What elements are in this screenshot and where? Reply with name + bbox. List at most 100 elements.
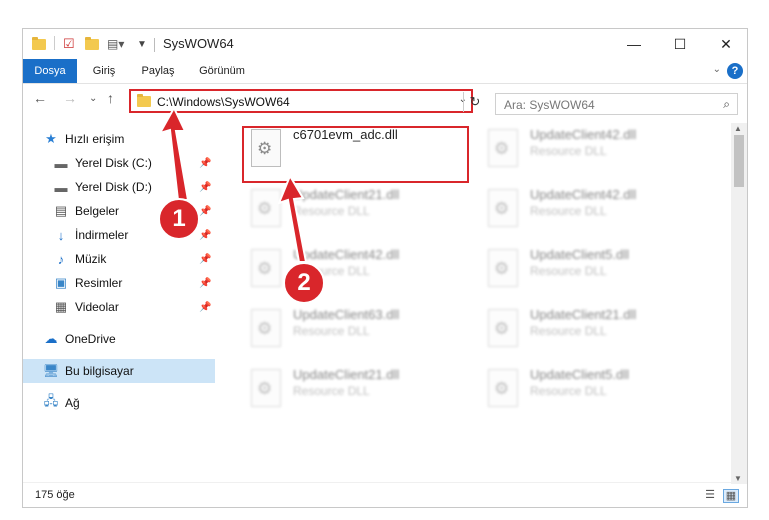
sidebar-item-network[interactable]: 🖧 Ağ	[23, 391, 235, 415]
file-name: UpdateClient42.dll	[530, 127, 637, 142]
file-name: UpdateClient21.dll	[293, 367, 400, 382]
dll-file-icon	[251, 369, 281, 407]
sidebar-item-documents[interactable]: ▤ Belgeler 📌	[23, 199, 245, 223]
refresh-icon[interactable]: ↻	[463, 92, 486, 112]
explorer-window: ☑ ▤▾ ▼ SysWOW64 — ☐ ✕ Dosya Giriş Paylaş…	[22, 28, 748, 508]
toolbar-divider	[54, 36, 55, 50]
sidebar-item-label: Belgeler	[75, 204, 120, 218]
properties-icon[interactable]: ☑	[63, 36, 75, 52]
minimize-button[interactable]: —	[611, 29, 657, 59]
file-item[interactable]: UpdateClient42.dll Resource DLL	[473, 127, 698, 187]
address-bar[interactable]: C:\Windows\SysWOW64 ⌄	[129, 89, 473, 113]
step-badge-1: 1	[158, 198, 200, 240]
maximize-button[interactable]: ☐	[657, 29, 703, 59]
dll-file-icon	[488, 249, 518, 287]
drive-icon: ▬	[54, 155, 68, 171]
details-view-icon[interactable]: ☰	[703, 489, 717, 501]
file-type: Resource DLL	[530, 204, 607, 218]
sidebar-item-label: Yerel Disk (D:)	[75, 180, 152, 194]
pin-icon: 📌	[199, 301, 212, 313]
dll-file-icon	[488, 189, 518, 227]
drive-icon: ▬	[54, 179, 68, 195]
dll-file-icon	[251, 249, 281, 287]
large-icons-view-icon[interactable]: ▦	[723, 489, 739, 503]
file-name: UpdateClient63.dll	[293, 307, 400, 322]
file-item[interactable]: UpdateClient5.dll Resource DLL	[473, 247, 698, 307]
ribbon-expand-icon[interactable]: ⌄	[713, 64, 721, 75]
sidebar-item-label: Videolar	[75, 300, 119, 314]
dll-file-icon	[488, 129, 518, 167]
dll-file-icon	[488, 369, 518, 407]
sidebar-item-downloads[interactable]: ↓ İndirmeler 📌	[23, 223, 245, 247]
sidebar-item-label: Ağ	[65, 396, 80, 410]
step-badge-2: 2	[283, 262, 325, 304]
file-item[interactable]: UpdateClient42.dll Resource DLL	[236, 247, 461, 307]
file-item[interactable]: UpdateClient21.dll Resource DLL	[236, 187, 461, 247]
dll-file-icon	[488, 309, 518, 347]
search-input[interactable]: Ara: SysWOW64 ⌕	[495, 93, 738, 115]
sidebar-item-local-disk-d[interactable]: ▬ Yerel Disk (D:) 📌	[23, 175, 245, 199]
close-button[interactable]: ✕	[703, 29, 747, 59]
pictures-icon: ▣	[54, 275, 68, 290]
music-icon: ♪	[57, 251, 65, 267]
forward-icon[interactable]: →	[63, 90, 77, 106]
tab-gorunum[interactable]: Görünüm	[191, 59, 253, 83]
cloud-icon: ☁	[44, 331, 58, 346]
file-type: Resource DLL	[530, 384, 607, 398]
sidebar-item-local-disk-c[interactable]: ▬ Yerel Disk (C:) 📌	[23, 151, 245, 175]
file-item[interactable]: UpdateClient5.dll Resource DLL	[473, 367, 698, 427]
computer-icon: 🖥	[42, 363, 60, 378]
sidebar-item-videos[interactable]: ▦ Videolar 📌	[23, 295, 245, 319]
file-item[interactable]: UpdateClient21.dll Resource DLL	[236, 367, 461, 427]
sidebar-item-music[interactable]: ♪ Müzik 📌	[23, 247, 245, 271]
download-icon: ↓	[57, 227, 65, 243]
recent-locations-icon[interactable]: ⌄	[89, 93, 97, 104]
vertical-scrollbar[interactable]: ▲ ▼	[731, 123, 747, 484]
file-name: UpdateClient5.dll	[530, 367, 630, 382]
item-count: 175 öğe	[35, 489, 75, 501]
pin-icon: 📌	[199, 277, 212, 289]
scroll-thumb[interactable]	[734, 135, 744, 187]
sidebar-item-label: Yerel Disk (C:)	[75, 156, 152, 170]
file-name: UpdateClient21.dll	[293, 187, 400, 202]
scroll-up-icon[interactable]: ▲	[734, 124, 742, 133]
file-item[interactable]: UpdateClient42.dll Resource DLL	[473, 187, 698, 247]
sidebar-item-onedrive[interactable]: ☁ OneDrive	[23, 327, 235, 351]
pin-icon: 📌	[199, 229, 212, 241]
navigation-bar: ← → ⌄ ↑ C:\Windows\SysWOW64 ⌄ ↻ Ara: Sys…	[23, 84, 747, 118]
folder-icon	[137, 94, 151, 107]
window-title: SysWOW64	[163, 36, 234, 51]
file-name: UpdateClient21.dll	[530, 307, 637, 322]
sidebar-item-label: Hızlı erişim	[65, 132, 125, 146]
file-type: Resource DLL	[530, 324, 607, 338]
file-name: UpdateClient5.dll	[530, 247, 630, 262]
sidebar-item-label: Resimler	[75, 276, 123, 290]
customize-toolbar-icon[interactable]: ▤▾	[107, 36, 124, 52]
sidebar-item-quick-access[interactable]: ★ Hızlı erişim	[23, 127, 235, 151]
tab-giris[interactable]: Giriş	[83, 59, 125, 83]
up-icon[interactable]: ↑	[107, 90, 114, 106]
address-path: C:\Windows\SysWOW64	[157, 95, 290, 109]
new-folder-icon[interactable]	[85, 36, 99, 52]
sidebar-item-label: İndirmeler	[75, 228, 129, 242]
title-bar: ☑ ▤▾ ▼ SysWOW64 — ☐ ✕	[23, 29, 747, 59]
sidebar-item-this-pc[interactable]: 🖥 Bu bilgisayar	[23, 359, 215, 383]
file-highlight-box	[242, 126, 469, 183]
folder-icon	[32, 36, 46, 52]
file-item[interactable]: UpdateClient21.dll Resource DLL	[473, 307, 698, 367]
file-name: UpdateClient42.dll	[293, 247, 400, 262]
status-bar: 175 öğe ☰ ▦	[23, 482, 747, 507]
sidebar-item-pictures[interactable]: ▣ Resimler 📌	[23, 271, 245, 295]
file-type: Resource DLL	[293, 324, 370, 338]
title-divider	[154, 38, 155, 52]
file-type: Resource DLL	[293, 204, 370, 218]
tab-dosya[interactable]: Dosya	[23, 59, 77, 83]
quick-access-dropdown-icon[interactable]: ▼	[137, 36, 147, 52]
videos-icon: ▦	[54, 299, 68, 314]
file-item[interactable]: UpdateClient63.dll Resource DLL	[236, 307, 461, 367]
help-button[interactable]: ?	[727, 63, 743, 79]
tab-paylas[interactable]: Paylaş	[133, 59, 183, 83]
back-icon[interactable]: ←	[33, 90, 47, 106]
dll-file-icon	[251, 189, 281, 227]
network-icon: 🖧	[43, 393, 59, 408]
